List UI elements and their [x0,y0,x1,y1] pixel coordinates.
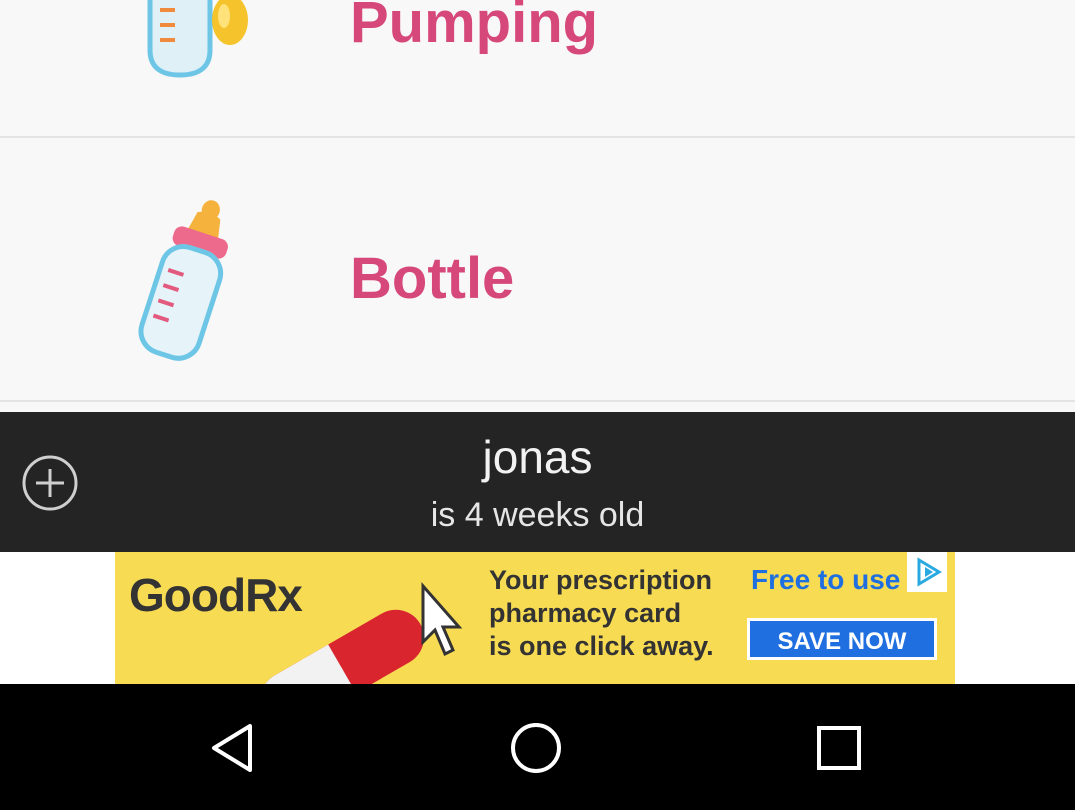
feed-type-bottle[interactable]: Bottle [0,138,1075,402]
save-now-button[interactable]: SAVE NOW [747,618,937,660]
system-nav-bar [0,684,1075,810]
ad-tagline: Free to use [751,564,901,595]
baby-profile-bar: jonas is 4 weeks old [0,412,1075,552]
cursor-icon [421,582,463,657]
home-circle-icon[interactable] [508,720,564,776]
baby-name[interactable]: jonas [0,434,1075,480]
recents-square-icon[interactable] [811,720,867,776]
ad-strip: GoodRx Your prescription pharmacy card i… [0,552,1075,684]
ad-headline: Your prescription pharmacy card is one c… [489,565,714,661]
feed-type-label: Bottle [350,246,515,311]
divider [0,402,1075,412]
feed-type-pumping[interactable]: Pumping [0,0,1075,138]
back-triangle-icon[interactable] [206,720,262,776]
ad-choices-icon[interactable] [907,552,947,592]
ad-banner[interactable]: GoodRx Your prescription pharmacy card i… [115,552,955,684]
baby-bottle-icon [138,200,228,361]
feed-type-label: Pumping [350,0,599,55]
baby-age: is 4 weeks old [430,496,645,534]
breast-pump-bottle-icon [147,0,248,78]
